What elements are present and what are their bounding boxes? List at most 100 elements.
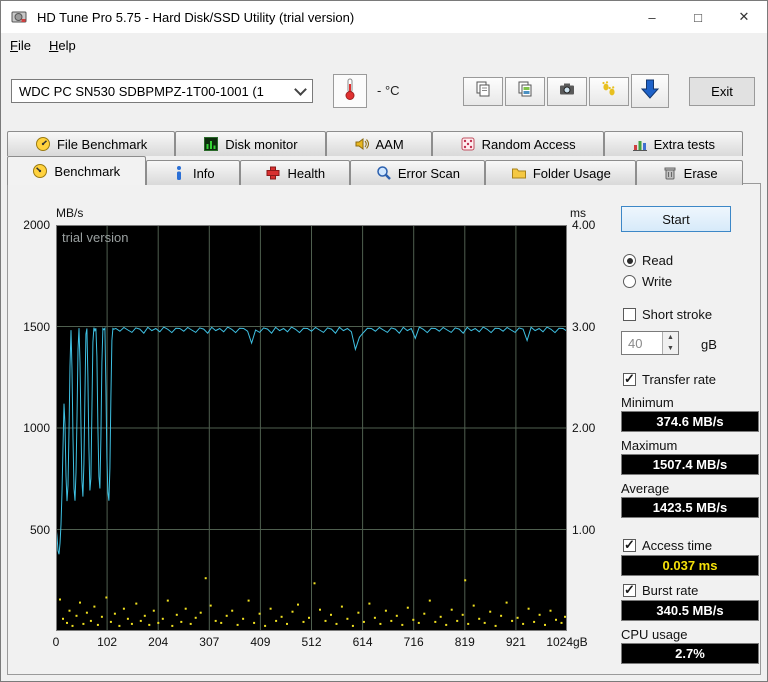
y-left-axis-title: MB/s: [56, 206, 84, 220]
tab-label: AAM: [375, 136, 404, 152]
short-stroke-box: [623, 308, 636, 321]
drive-selector[interactable]: WDC PC SN530 SDBPMPZ-1T00-1001 (1: [11, 79, 313, 103]
maximum-label: Maximum: [621, 438, 678, 453]
read-radio-circle: [623, 254, 636, 267]
tab-label: Error Scan: [397, 165, 460, 181]
maximize-button[interactable]: □: [675, 1, 721, 33]
copy-button[interactable]: [463, 77, 503, 106]
spinner-down-icon[interactable]: ▼: [663, 343, 678, 354]
write-label: Write: [642, 274, 673, 289]
exit-label: Exit: [711, 84, 733, 99]
axis-tick-label: 409: [250, 635, 271, 649]
thermometer-icon: [343, 77, 357, 106]
tab-error-scan[interactable]: Error Scan: [350, 160, 486, 185]
exit-button[interactable]: Exit: [689, 77, 755, 106]
app-window: HD Tune Pro 5.75 - Hard Disk/SSD Utility…: [0, 0, 768, 682]
camera-icon: [558, 80, 576, 103]
tab-aam[interactable]: AAM: [325, 131, 432, 156]
access-time-value: 0.037 ms: [621, 555, 759, 576]
axis-tick-label: 614: [352, 635, 373, 649]
tab-folder-usage[interactable]: Folder Usage: [485, 160, 637, 185]
axis-tick-label: 2.00: [572, 421, 596, 435]
tab-random-access[interactable]: Random Access: [431, 131, 604, 156]
tab-label: Erase: [683, 165, 718, 181]
spinner-up-icon[interactable]: ▲: [663, 332, 678, 343]
read-label: Read: [642, 253, 674, 268]
tab-label: Info: [192, 165, 215, 181]
tab-erase[interactable]: Erase: [636, 160, 744, 185]
axis-tick-label: 1500: [23, 319, 50, 334]
paw-button[interactable]: [589, 77, 629, 106]
copy-image-icon: [516, 80, 534, 103]
benchmark-chart: [56, 225, 567, 631]
tab-disk-monitor[interactable]: Disk monitor: [175, 131, 326, 156]
tab-label: Random Access: [481, 136, 576, 152]
minimum-label: Minimum: [621, 395, 674, 410]
axis-tick-label: 1024gB: [546, 635, 588, 649]
tab-info[interactable]: Info: [145, 160, 241, 185]
disk-monitor-icon: [203, 136, 219, 152]
minimum-value: 374.6 MB/s: [621, 411, 759, 432]
menu-file[interactable]: File: [1, 35, 40, 56]
tab-row-primary: Benchmark Info Health Error Scan Folder …: [7, 156, 744, 185]
write-radio-circle: [623, 275, 636, 288]
tab-row-secondary: File Benchmark Disk monitor AAM Random A…: [7, 129, 744, 156]
short-stroke-checkbox[interactable]: Short stroke: [623, 307, 712, 322]
copy-icon: [474, 80, 492, 103]
tab-extra-tests[interactable]: Extra tests: [603, 131, 744, 156]
tab-benchmark[interactable]: Benchmark: [7, 156, 146, 185]
transfer-rate-label: Transfer rate: [642, 372, 716, 387]
axis-tick-label: 102: [97, 635, 118, 649]
write-radio[interactable]: Write: [623, 274, 672, 289]
temperature-readout: - °C: [377, 83, 400, 98]
temperature-button[interactable]: [333, 74, 367, 108]
axis-tick-label: 1.00: [572, 522, 596, 537]
tab-file-benchmark[interactable]: File Benchmark: [7, 131, 176, 156]
paw-icon: [600, 80, 618, 103]
extra-tests-chart-icon: [632, 136, 648, 152]
menu-bar: File Help: [1, 33, 767, 57]
burst-rate-checkbox[interactable]: Burst rate: [623, 582, 699, 598]
axis-tick-label: 500: [29, 522, 50, 537]
access-time-checkbox[interactable]: Access time: [623, 537, 713, 553]
axis-tick-label: 2000: [23, 218, 50, 232]
tab-label: Health: [287, 165, 326, 181]
random-access-dice-icon: [460, 136, 476, 152]
axis-tick-label: 512: [301, 635, 322, 649]
y-right-tick-labels: 1.00 2.00 3.00 4.00: [570, 218, 612, 631]
burst-rate-value: 340.5 MB/s: [621, 600, 759, 621]
tab-label: File Benchmark: [56, 136, 148, 152]
close-button[interactable]: ✕: [721, 1, 767, 33]
maximum-value: 1507.4 MB/s: [621, 454, 759, 475]
erase-trash-icon: [662, 165, 678, 181]
copy-image-button[interactable]: [505, 77, 545, 106]
burst-rate-label: Burst rate: [642, 583, 699, 598]
cpu-usage-label: CPU usage: [621, 627, 688, 642]
y-left-tick-labels: 500 1000 1500 2000: [9, 218, 53, 631]
read-radio[interactable]: Read: [623, 253, 673, 268]
app-icon[interactable]: [10, 8, 28, 26]
axis-tick-label: 0: [52, 635, 60, 649]
menu-help[interactable]: Help: [40, 35, 85, 56]
title-bar: HD Tune Pro 5.75 - Hard Disk/SSD Utility…: [1, 1, 767, 33]
screenshot-button[interactable]: [547, 77, 587, 106]
folder-usage-icon: [511, 165, 527, 181]
short-stroke-size-input[interactable]: 40 ▲ ▼: [621, 331, 679, 355]
transfer-rate-checkbox[interactable]: Transfer rate: [623, 371, 716, 387]
access-time-label: Access time: [642, 538, 713, 553]
tab-label: Folder Usage: [532, 165, 611, 181]
axis-tick-label: 716: [403, 635, 424, 649]
start-label: Start: [662, 211, 690, 227]
burst-rate-box: [623, 582, 636, 598]
update-download-button[interactable]: [631, 74, 669, 108]
minimize-button[interactable]: –: [629, 1, 675, 33]
short-stroke-value: 40: [628, 335, 643, 351]
axis-tick-label: 819: [454, 635, 475, 649]
axis-tick-label: 921: [505, 635, 526, 649]
axis-tick-label: 204: [148, 635, 169, 649]
temperature-value: -: [377, 83, 382, 98]
start-button[interactable]: Start: [621, 206, 731, 232]
error-scan-magnifier-icon: [376, 165, 392, 181]
chevron-down-icon: [294, 82, 307, 96]
tab-health[interactable]: Health: [240, 160, 351, 185]
